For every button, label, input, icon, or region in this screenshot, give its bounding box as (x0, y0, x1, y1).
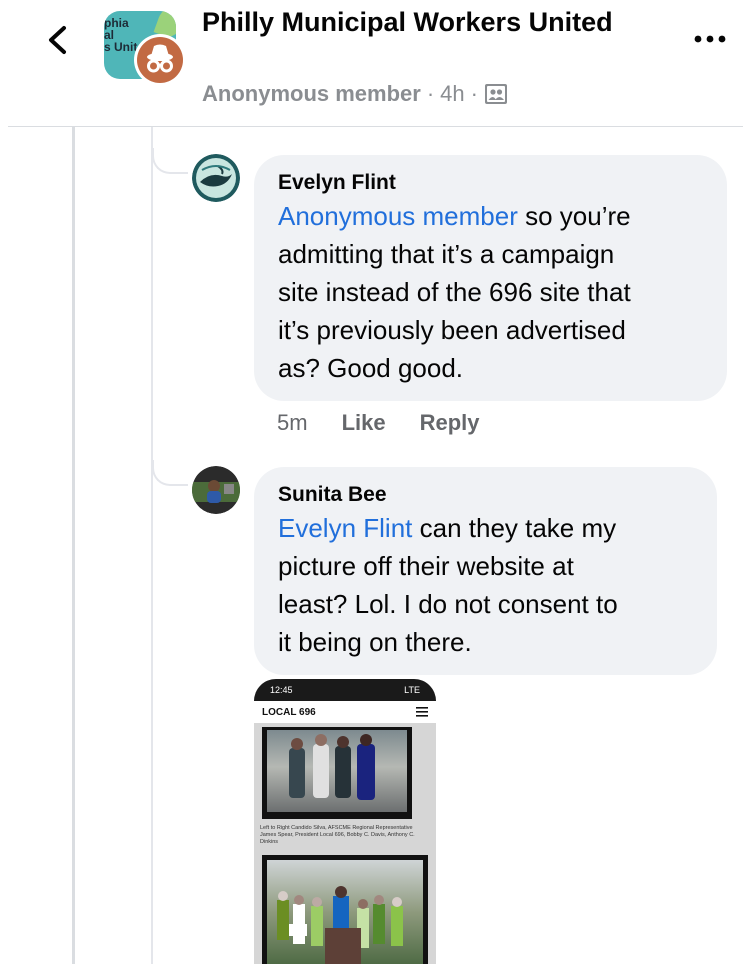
comment-actions: 5m Like Reply (277, 410, 480, 436)
mention-link[interactable]: Evelyn Flint (278, 513, 412, 543)
more-dots-icon (694, 35, 726, 43)
group-photo (262, 727, 412, 819)
site-title: LOCAL 696 (262, 706, 316, 718)
anonymous-member-avatar (134, 34, 186, 86)
anonymous-incognito-icon (147, 44, 173, 73)
photo-caption: Left to Right Candido Silva, AFSCME Regi… (260, 825, 415, 845)
group-members-icon (484, 84, 507, 104)
back-button[interactable] (40, 22, 76, 58)
phone-status-bar: 12:45 LTE (254, 679, 436, 701)
site-nav-bar: LOCAL 696 (254, 701, 436, 723)
phone-time: 12:45 (270, 685, 293, 695)
comment-author[interactable]: Evelyn Flint (278, 169, 703, 197)
reply-button[interactable]: Reply (420, 410, 480, 436)
post-author[interactable]: Anonymous member (202, 81, 421, 107)
phone-signal: LTE (404, 685, 420, 695)
avatar[interactable] (192, 154, 240, 202)
comment-bubble: Evelyn Flint Anonymous member so you’re … (254, 155, 727, 401)
reply-connector (152, 460, 188, 486)
header-divider (8, 126, 743, 127)
more-options-button[interactable] (690, 26, 730, 50)
meta-separator: · (426, 81, 435, 106)
mention-link[interactable]: Anonymous member (278, 201, 518, 231)
post-time[interactable]: 4h (440, 81, 464, 107)
reply-connector (152, 148, 188, 174)
thread-line (72, 127, 75, 964)
comment-text: Anonymous member so you’re admitting tha… (278, 201, 631, 383)
comment-time[interactable]: 5m (277, 410, 308, 436)
meta-separator: · (470, 81, 478, 106)
avatar[interactable] (192, 466, 240, 514)
people-photo-icon (289, 734, 375, 800)
post-meta: Anonymous member · 4h · (202, 81, 508, 107)
crowd-photo-icon (277, 886, 403, 964)
comment-bubble: Sunita Bee Evelyn Flint can they take my… (254, 467, 717, 675)
comment-image-attachment[interactable]: 12:45 LTE LOCAL 696 Left to Right Candid… (254, 679, 436, 964)
hamburger-menu-icon (416, 707, 428, 717)
like-button[interactable]: Like (342, 410, 386, 436)
group-name[interactable]: Philly Municipal Workers United (202, 4, 622, 41)
profile-photo-icon (192, 154, 240, 202)
reply-thread-line (151, 127, 153, 964)
rally-photo (262, 855, 428, 964)
group-avatar-text: phia al s Unit (104, 16, 138, 54)
back-chevron-icon (49, 26, 66, 54)
comment-author[interactable]: Sunita Bee (278, 481, 693, 509)
comment-text: Evelyn Flint can they take my picture of… (278, 513, 618, 657)
profile-photo-icon (192, 466, 240, 514)
